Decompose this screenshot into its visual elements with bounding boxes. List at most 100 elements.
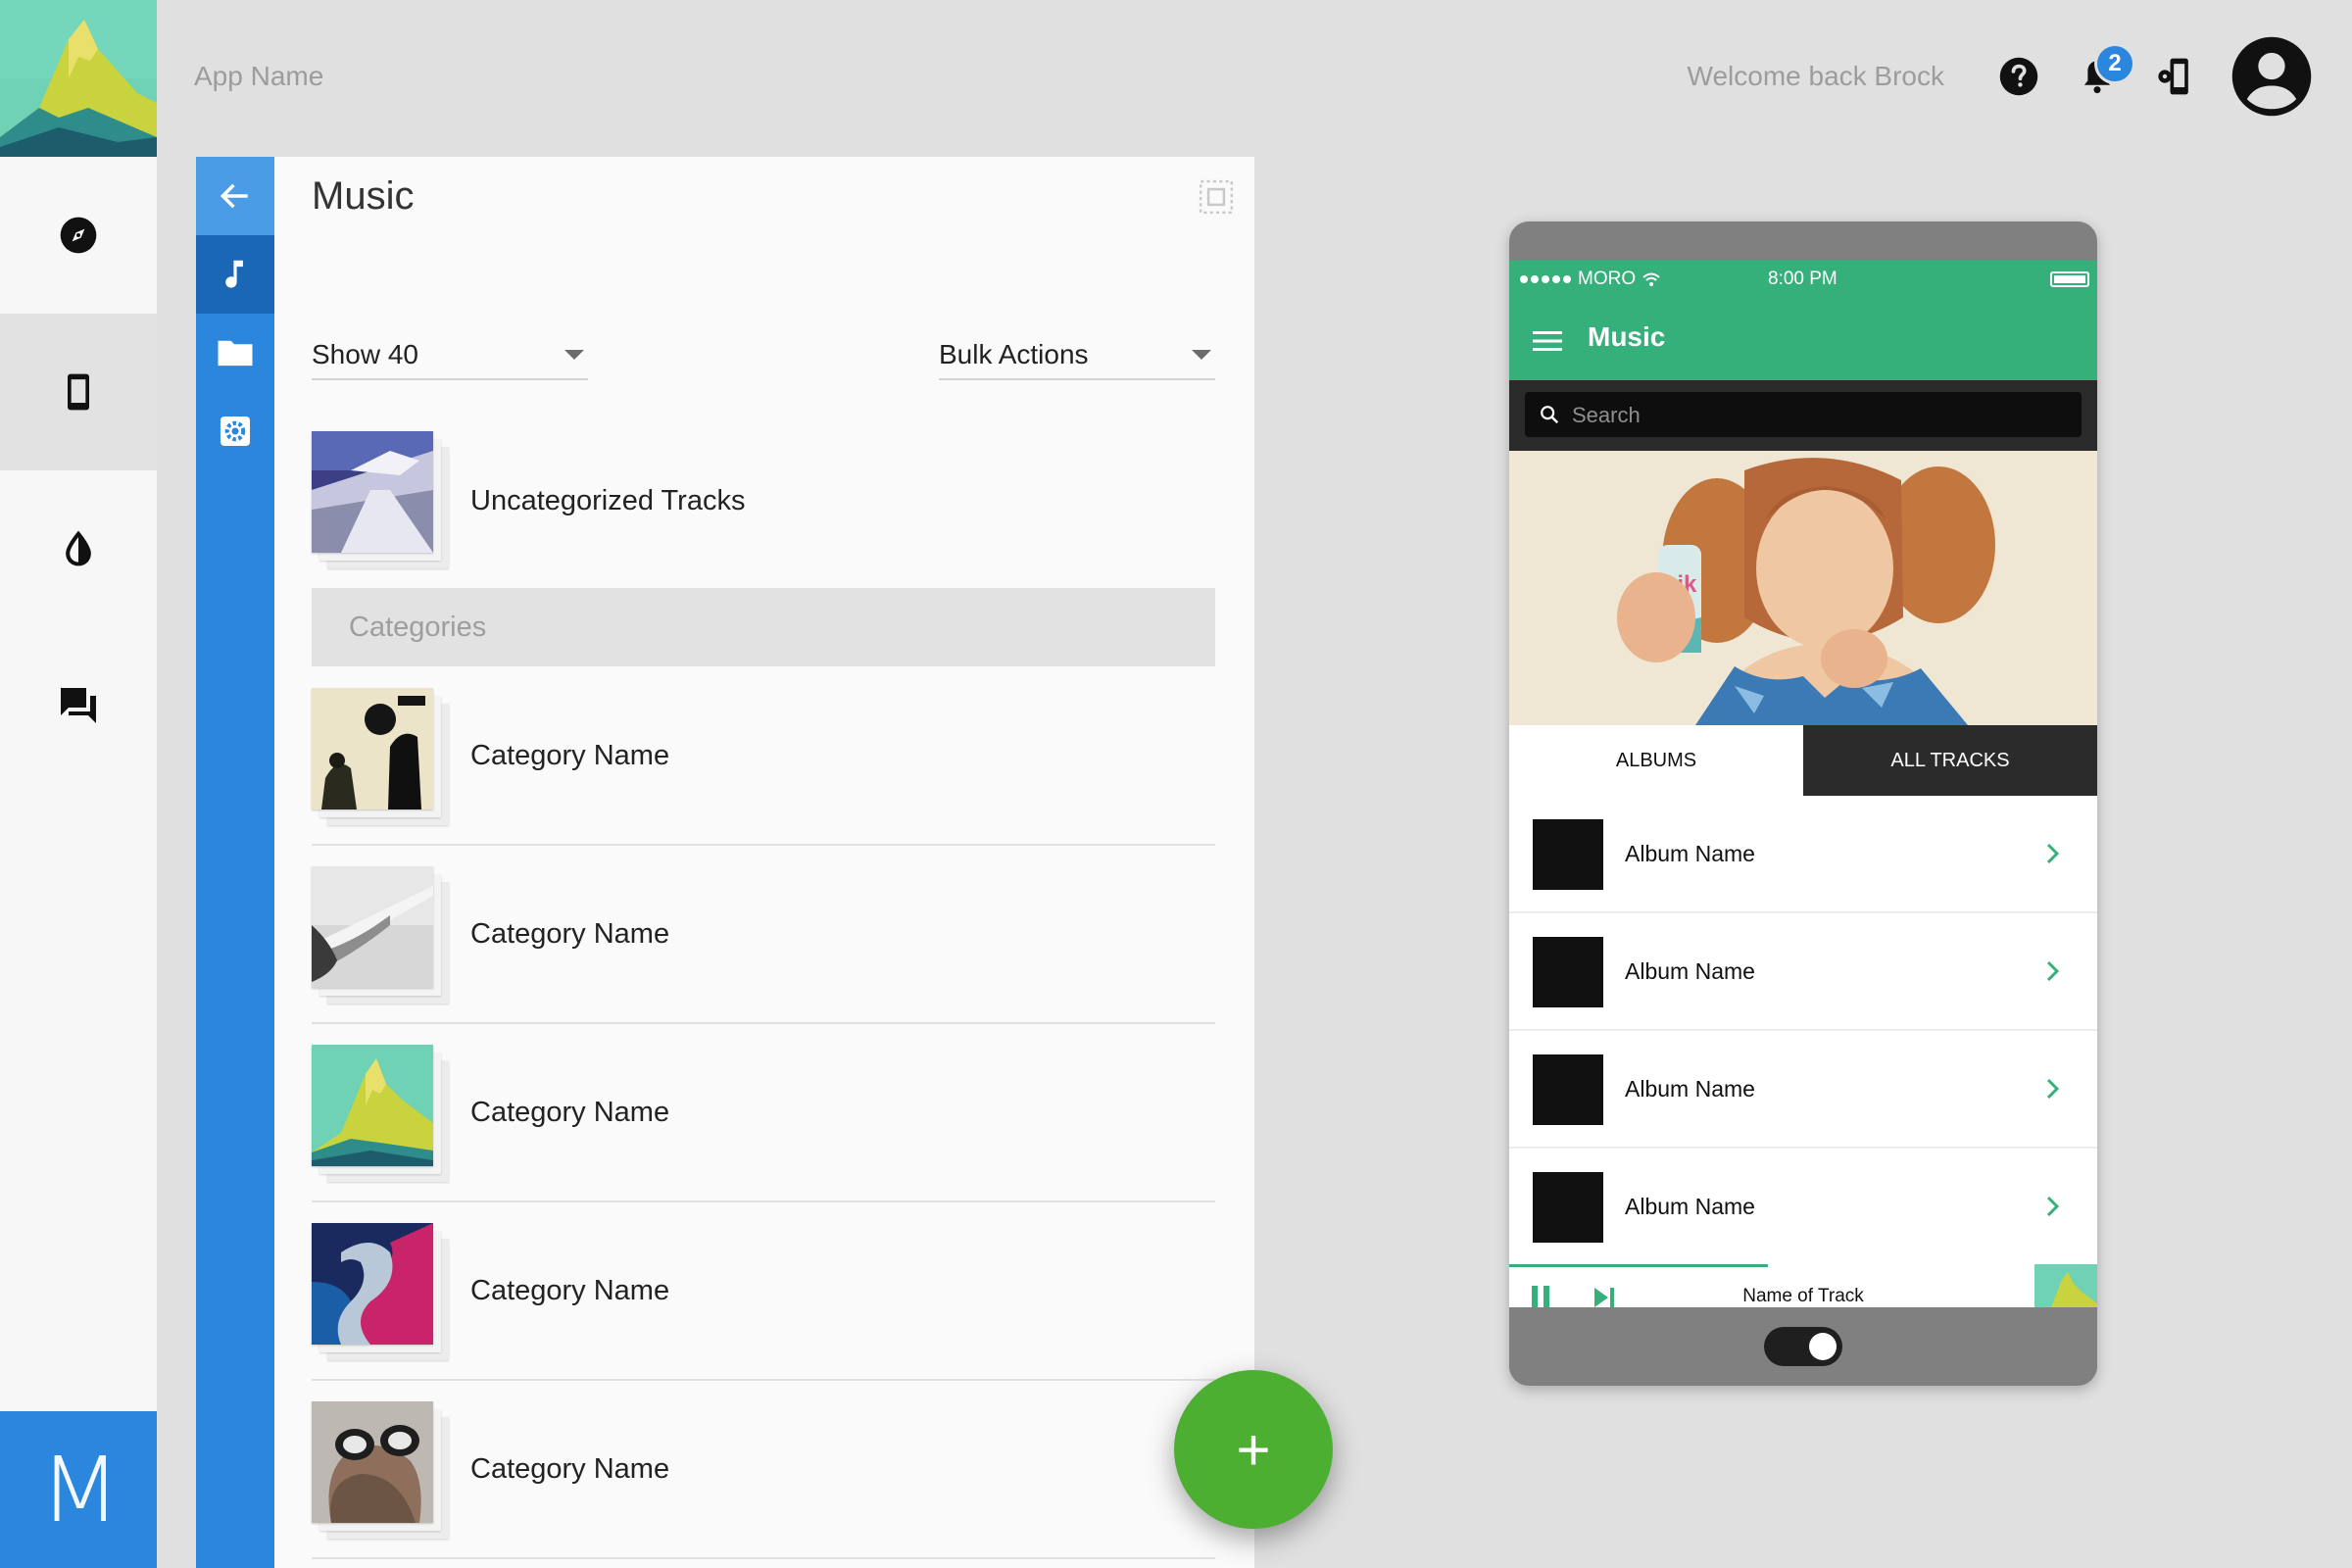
- search-icon: [1541, 406, 1559, 424]
- category-thumbnail[interactable]: [312, 1223, 449, 1360]
- rail-item-theme[interactable]: [0, 470, 157, 627]
- chevron-down-icon: [564, 350, 584, 360]
- category-name[interactable]: Category Name: [470, 1453, 669, 1486]
- phone-app-bar: Music: [1509, 300, 2097, 380]
- tab-albums[interactable]: ALBUMS: [1509, 725, 1803, 796]
- mountain-logo[interactable]: [0, 0, 157, 157]
- divider: [312, 1379, 1215, 1381]
- music-panel: Music Show 40 Bulk Actions Uncategorized…: [274, 157, 1254, 1568]
- carrier-name: MORO: [1578, 269, 1637, 289]
- categories-label: Categories: [349, 612, 487, 643]
- status-bar: MORO 8:00 PM: [1509, 261, 2097, 300]
- device-settings-icon: [2158, 58, 2188, 95]
- chevron-down-icon: [1192, 350, 1211, 360]
- compass-icon: [60, 217, 97, 254]
- now-playing-art[interactable]: [2034, 1264, 2097, 1307]
- uncategorized-thumbnail[interactable]: [312, 431, 449, 568]
- uncategorized-label[interactable]: Uncategorized Tracks: [470, 485, 745, 517]
- album-art: [1533, 1054, 1603, 1125]
- playback-progress[interactable]: [1509, 1264, 1768, 1267]
- phone-tabs: ALBUMS ALL TRACKS: [1509, 725, 2097, 796]
- divider: [312, 844, 1215, 846]
- show-count-value: Show 40: [312, 339, 418, 369]
- drop-icon: [66, 530, 91, 566]
- back-arrow-icon: [220, 183, 248, 209]
- divider: [312, 1022, 1215, 1024]
- category-thumbnail[interactable]: [312, 688, 449, 825]
- status-time: 8:00 PM: [1768, 269, 1838, 289]
- search-input[interactable]: Search: [1525, 392, 2082, 437]
- add-button[interactable]: +: [1174, 1370, 1333, 1529]
- carrier-indicator: MORO: [1519, 269, 1661, 290]
- section-nav: [196, 157, 274, 1568]
- signal-icon: [1520, 275, 1571, 283]
- category-name[interactable]: Category Name: [470, 740, 669, 772]
- rail-item-device[interactable]: [0, 314, 157, 470]
- battery-icon: [2050, 271, 2089, 287]
- chevron-right-icon: [2046, 1196, 2060, 1217]
- notification-badge: 2: [2094, 43, 2135, 84]
- account-avatar-icon: [2231, 36, 2312, 117]
- chevron-right-icon: [2046, 843, 2060, 864]
- toggle-knob: [1809, 1333, 1837, 1360]
- phone-preview: MORO 8:00 PM Music Search ALBUMS ALL TRA…: [1509, 221, 2097, 1386]
- bulk-actions-value: Bulk Actions: [939, 339, 1089, 369]
- album-art: [1533, 819, 1603, 890]
- account-button[interactable]: [2230, 35, 2313, 118]
- phone-search-bar: Search: [1509, 380, 2097, 451]
- category-thumbnail[interactable]: [312, 1401, 449, 1539]
- show-count-dropdown[interactable]: Show 40: [312, 331, 588, 380]
- rail-item-explore[interactable]: [0, 157, 157, 314]
- app-name: App Name: [194, 61, 324, 91]
- nav-music[interactable]: [196, 235, 274, 314]
- album-art: [1533, 1172, 1603, 1243]
- welcome-message: Welcome back Brock: [1687, 61, 1944, 91]
- now-playing-track: Name of Track: [1742, 1286, 1864, 1306]
- nav-settings[interactable]: [196, 392, 274, 470]
- album-name: Album Name: [1625, 1076, 1755, 1102]
- divider: [312, 1200, 1215, 1202]
- folder-icon: [218, 340, 253, 367]
- page-title: Music: [312, 174, 415, 218]
- select-all-icon: [1199, 179, 1234, 215]
- album-name: Album Name: [1625, 958, 1755, 984]
- rail-item-messages[interactable]: [0, 627, 157, 784]
- album-name: Album Name: [1625, 1194, 1755, 1219]
- music-note-icon: [225, 260, 243, 288]
- tab-all-tracks[interactable]: ALL TRACKS: [1803, 725, 2097, 796]
- phone-screen: MORO 8:00 PM Music Search ALBUMS ALL TRA…: [1509, 261, 2097, 1307]
- nav-folders[interactable]: [196, 314, 274, 392]
- category-name[interactable]: Category Name: [470, 1097, 669, 1129]
- category-thumbnail[interactable]: [312, 866, 449, 1004]
- wifi-icon: [1642, 272, 1660, 286]
- brand-logo[interactable]: M: [0, 1411, 157, 1568]
- plus-icon: +: [1236, 1416, 1271, 1483]
- phone-app-title: Music: [1588, 321, 1666, 352]
- category-thumbnail[interactable]: [312, 1045, 449, 1182]
- forum-icon: [61, 688, 96, 723]
- chevron-right-icon: [2046, 960, 2060, 982]
- album-list-item[interactable]: Album Name: [1509, 796, 2097, 913]
- album-list-item[interactable]: Album Name: [1509, 913, 2097, 1031]
- album-list-item[interactable]: Album Name: [1509, 1149, 2097, 1266]
- menu-icon[interactable]: [1533, 329, 1564, 353]
- categories-header: Categories: [312, 588, 1215, 666]
- help-icon: [1999, 57, 2038, 96]
- settings-icon: [220, 416, 251, 447]
- category-name[interactable]: Category Name: [470, 918, 669, 951]
- bulk-actions-dropdown[interactable]: Bulk Actions: [939, 331, 1215, 380]
- help-button[interactable]: [1991, 49, 2046, 104]
- chevron-right-icon: [2046, 1078, 2060, 1100]
- category-name[interactable]: Category Name: [470, 1275, 669, 1307]
- hero-image: kik: [1509, 451, 2097, 725]
- phone-icon: [68, 373, 89, 411]
- divider: [312, 1557, 1215, 1559]
- album-list-item[interactable]: Album Name: [1509, 1031, 2097, 1149]
- brand-letter: M: [39, 1437, 121, 1543]
- mini-player: Name of Track: [1509, 1264, 2097, 1307]
- back-button[interactable]: [196, 157, 274, 235]
- album-art: [1533, 937, 1603, 1007]
- select-all-button[interactable]: [1198, 178, 1235, 220]
- preview-toggle[interactable]: [1764, 1327, 1842, 1366]
- device-settings-button[interactable]: [2148, 49, 2203, 104]
